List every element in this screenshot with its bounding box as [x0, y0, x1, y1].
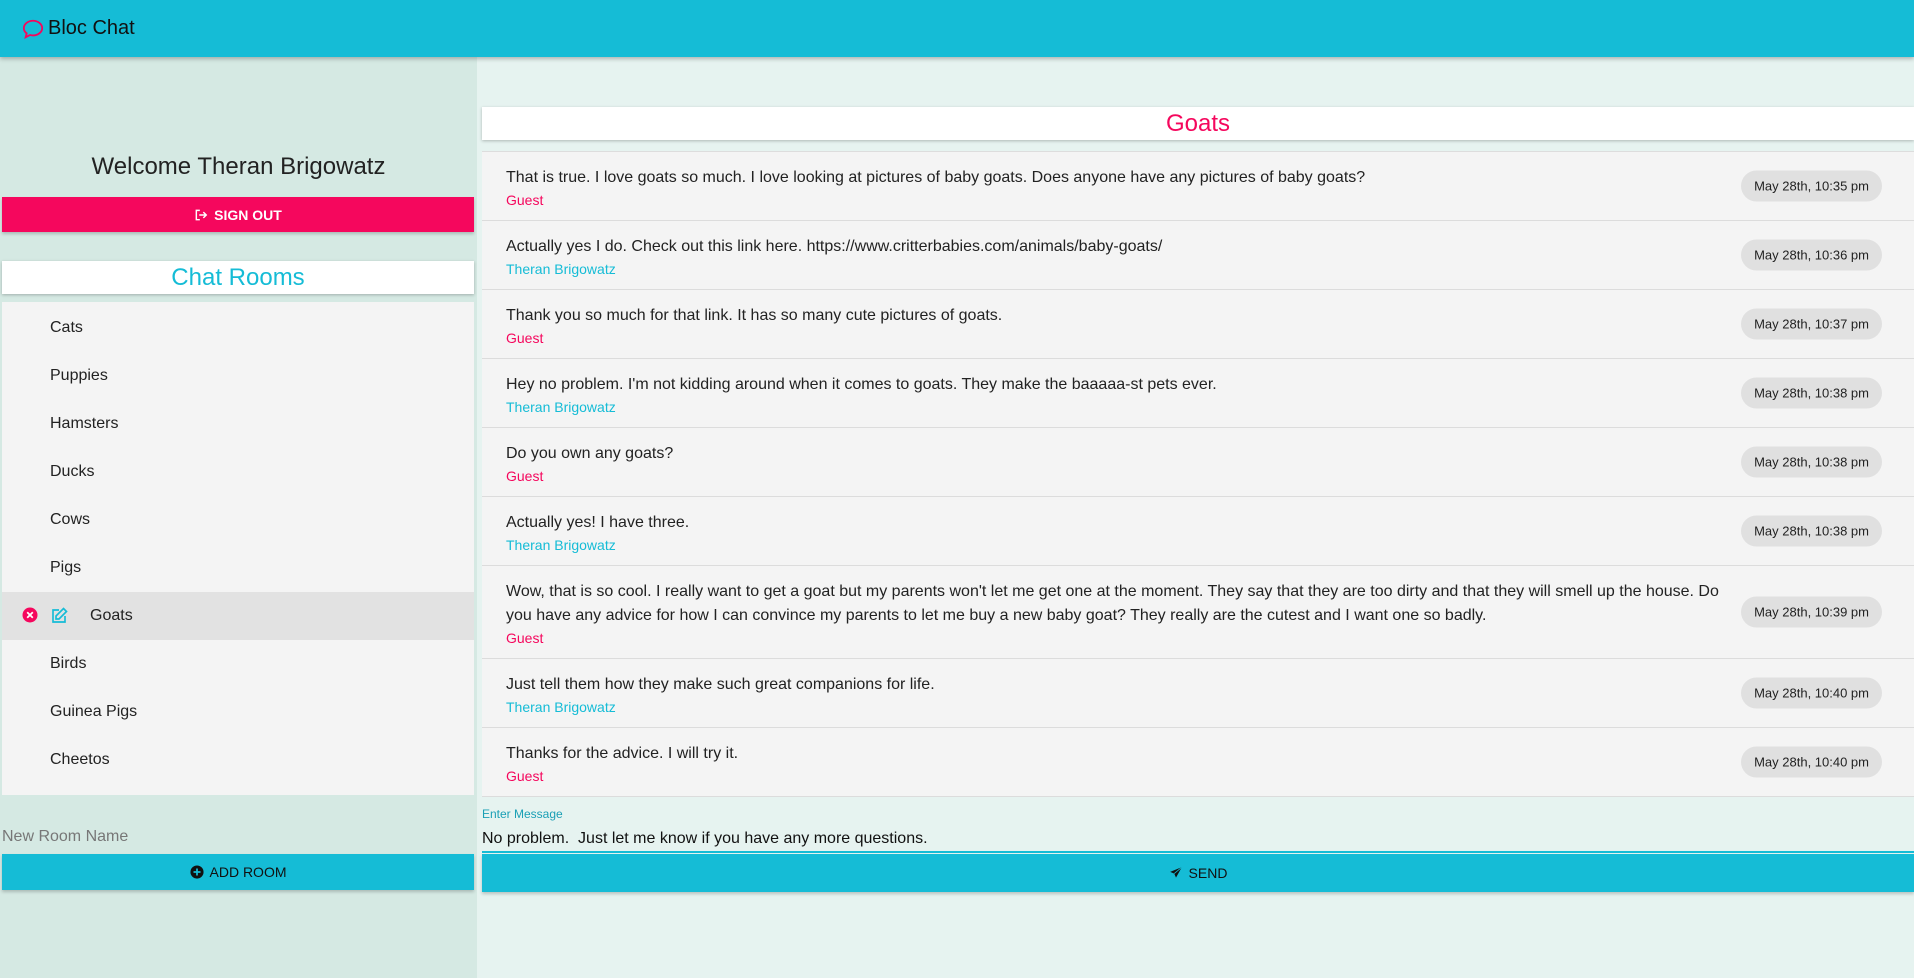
- room-label: Pigs: [50, 559, 82, 576]
- message-text: Wow, that is so cool. I really want to g…: [506, 583, 1719, 624]
- edit-room-icon[interactable]: [50, 607, 68, 625]
- room-label: Cats: [50, 319, 83, 336]
- room-list: Cats Puppies Hamsters Ducks Cows Pigs Go…: [2, 302, 474, 795]
- welcome-message: Welcome Theran Brigowatz: [91, 153, 386, 180]
- sidebar: Welcome Theran Brigowatz SIGN OUT Chat R…: [0, 57, 477, 978]
- room-label: Guinea Pigs: [50, 703, 138, 720]
- message-text: That is true. I love goats so much. I lo…: [506, 169, 1366, 186]
- message-timestamp: May 28th, 10:37 pm: [1741, 308, 1882, 340]
- enter-message-label: Enter Message: [482, 807, 563, 821]
- message-author: Theran Brigowatz: [506, 537, 616, 553]
- sign-out-label: SIGN OUT: [214, 206, 282, 223]
- message-text: Hey no problem. I'm not kidding around w…: [506, 376, 1217, 393]
- room-item-ducks[interactable]: Ducks: [2, 448, 474, 496]
- sign-out-button[interactable]: SIGN OUT: [2, 197, 474, 232]
- message-author: Theran Brigowatz: [506, 699, 616, 715]
- message-text: Just tell them how they make such great …: [506, 676, 935, 693]
- room-label: Birds: [50, 655, 87, 672]
- message-text: Actually yes! I have three.: [506, 514, 690, 531]
- message-text: Do you own any goats?: [506, 445, 674, 462]
- message-author: Guest: [506, 192, 544, 208]
- room-item-goats[interactable]: Goats: [2, 592, 474, 640]
- message-author: Guest: [506, 330, 544, 346]
- message-timestamp: May 28th, 10:39 pm: [1741, 596, 1882, 628]
- room-label: Ducks: [50, 463, 95, 480]
- room-item-cheetos[interactable]: Cheetos: [2, 736, 474, 784]
- room-item-puppies[interactable]: Puppies: [2, 352, 474, 400]
- message-text: Thank you so much for that link. It has …: [506, 307, 1003, 324]
- chat-rooms-title: Chat Rooms: [171, 263, 305, 291]
- message-item: That is true. I love goats so much. I lo…: [482, 152, 1914, 221]
- room-item-hamsters[interactable]: Hamsters: [2, 400, 474, 448]
- active-room-title: Goats: [1165, 109, 1231, 137]
- message-item: Wow, that is so cool. I really want to g…: [482, 566, 1914, 659]
- message-timestamp: May 28th, 10:38 pm: [1741, 446, 1882, 478]
- room-item-cows[interactable]: Cows: [2, 496, 474, 544]
- room-label: Goats: [90, 607, 133, 624]
- message-list: That is true. I love goats so much. I lo…: [482, 151, 1914, 797]
- message-item: Actually yes I do. Check out this link h…: [482, 221, 1914, 290]
- add-room-button[interactable]: ADD ROOM: [2, 854, 474, 890]
- add-room-label: ADD ROOM: [209, 864, 287, 880]
- room-item-guinea-pigs[interactable]: Guinea Pigs: [2, 688, 474, 736]
- top-app-bar: Bloc Chat: [0, 0, 1914, 57]
- room-label: Cows: [50, 511, 91, 528]
- message-author: Theran Brigowatz: [506, 399, 616, 415]
- message-item: Thank you so much for that link. It has …: [482, 290, 1914, 359]
- chat-rooms-header: Chat Rooms: [2, 261, 474, 294]
- room-item-cats[interactable]: Cats: [2, 304, 474, 352]
- room-label: Puppies: [50, 367, 108, 384]
- message-input[interactable]: [482, 827, 1914, 853]
- send-label: SEND: [1188, 865, 1228, 881]
- plus-circle-icon: [189, 865, 204, 879]
- message-author: Guest: [506, 630, 544, 646]
- room-item-birds[interactable]: Birds: [2, 640, 474, 688]
- message-author: Guest: [506, 468, 544, 484]
- message-author: Theran Brigowatz: [506, 261, 616, 277]
- message-timestamp: May 28th, 10:35 pm: [1741, 170, 1882, 202]
- message-item: Hey no problem. I'm not kidding around w…: [482, 359, 1914, 428]
- message-timestamp: May 28th, 10:40 pm: [1741, 677, 1882, 709]
- message-text: Thanks for the advice. I will try it.: [506, 745, 739, 762]
- chat-bubble-icon: [22, 18, 44, 40]
- send-button[interactable]: SEND: [482, 854, 1914, 892]
- message-timestamp: May 28th, 10:38 pm: [1741, 377, 1882, 409]
- paper-plane-icon: [1169, 866, 1183, 880]
- message-timestamp: May 28th, 10:38 pm: [1741, 515, 1882, 547]
- message-author: Guest: [506, 768, 544, 784]
- chat-main: Goats That is true. I love goats so much…: [482, 57, 1914, 978]
- room-label: Hamsters: [50, 415, 119, 432]
- message-item: Thanks for the advice. I will try it. Gu…: [482, 728, 1914, 797]
- sign-out-icon: [194, 208, 208, 222]
- room-label: Cheetos: [50, 751, 110, 768]
- room-item-pigs[interactable]: Pigs: [2, 544, 474, 592]
- message-timestamp: May 28th, 10:36 pm: [1741, 239, 1882, 271]
- message-item: Just tell them how they make such great …: [482, 659, 1914, 728]
- message-item: Do you own any goats? Guest May 28th, 10…: [482, 428, 1914, 497]
- message-text: Actually yes I do. Check out this link h…: [506, 238, 1163, 255]
- message-item: Actually yes! I have three. Theran Brigo…: [482, 497, 1914, 566]
- new-room-name-input[interactable]: [2, 825, 474, 849]
- delete-room-icon[interactable]: [22, 607, 40, 625]
- message-timestamp: May 28th, 10:40 pm: [1741, 746, 1882, 778]
- app-title[interactable]: Bloc Chat: [48, 17, 135, 40]
- active-room-header: Goats: [482, 107, 1914, 140]
